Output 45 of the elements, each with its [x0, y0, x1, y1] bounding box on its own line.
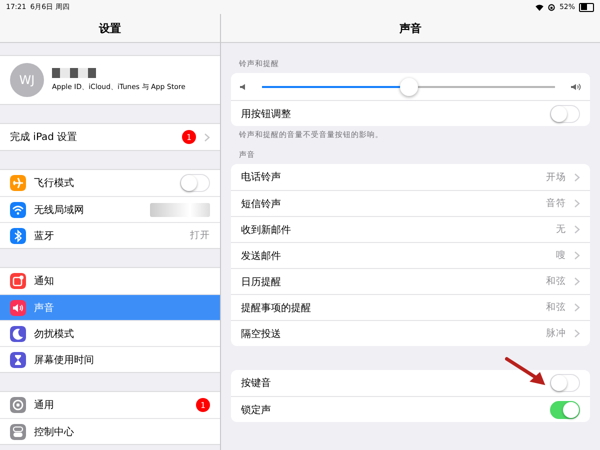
notification-badge: 1	[196, 398, 210, 412]
notification-badge: 1	[182, 130, 196, 144]
chevron-icon	[574, 225, 580, 234]
sound-setting-row[interactable]: 发送邮件 嗖	[231, 242, 590, 268]
sound-setting-row[interactable]: 日历提醒 和弦	[231, 268, 590, 294]
setting-label: 锁定声	[241, 404, 272, 416]
sidebar-item[interactable]: 通用 1	[0, 392, 220, 418]
sidebar-item[interactable]: 无线局域网	[0, 196, 220, 222]
sidebar-item[interactable]: 蓝牙 打开	[0, 222, 220, 248]
sound-setting-row[interactable]: 短信铃声 音符	[231, 190, 590, 216]
volume-low-icon	[239, 82, 247, 90]
toggle-switch[interactable]	[550, 104, 580, 122]
sound-setting-row[interactable]: 收到新邮件 无	[231, 216, 590, 242]
chevron-icon	[204, 132, 210, 142]
battery-icon	[579, 2, 594, 12]
lock-rotation-icon	[548, 4, 556, 10]
toggle-switch[interactable]	[550, 374, 580, 392]
blurred-value	[150, 202, 210, 216]
setting-label: 按键音	[241, 376, 272, 390]
sidebar-item[interactable]: 飞行模式	[0, 170, 220, 196]
sidebar-item[interactable]: 通知	[0, 268, 220, 294]
chevron-icon	[574, 277, 580, 286]
redacted-name	[52, 68, 96, 78]
page-title: 声音	[221, 14, 600, 43]
sound-setting-row[interactable]: 电话铃声 开场	[231, 164, 590, 190]
chevron-icon	[574, 172, 580, 182]
chevron-icon	[574, 251, 580, 260]
chevron-icon	[574, 329, 580, 338]
toggle-switch[interactable]	[180, 174, 210, 192]
row-value: 打开	[190, 229, 210, 242]
sidebar-item[interactable]: 勿扰模式	[0, 320, 220, 346]
setting-label: 用按钮调整	[241, 108, 292, 120]
sound-setting-row[interactable]: 隔空投送 脉冲	[231, 320, 590, 346]
setup-item[interactable]: 完成 iPad 设置 1	[0, 124, 220, 150]
chevron-icon	[574, 199, 580, 208]
avatar: WJ	[10, 63, 44, 97]
sound-setting-row[interactable]: 提醒事项的提醒 和弦	[231, 294, 590, 320]
toggle-switch[interactable]	[550, 400, 580, 418]
arrow-annotation	[505, 356, 547, 388]
sidebar-title: 设置	[0, 14, 220, 43]
wifi-icon	[535, 4, 544, 10]
chevron-icon	[574, 303, 580, 312]
sidebar-item[interactable]: 控制中心	[0, 418, 220, 444]
sidebar-item[interactable]: 屏幕使用时间	[0, 346, 220, 372]
volume-high-icon	[570, 82, 582, 90]
